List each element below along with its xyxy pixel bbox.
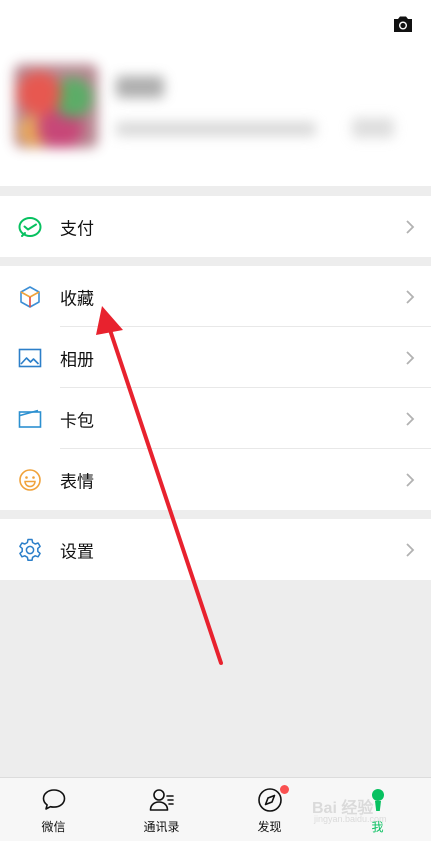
menu-item-label: 表情 — [60, 472, 94, 492]
wallet-icon — [18, 409, 42, 428]
menu-item-album[interactable]: 相册 — [0, 327, 431, 388]
camera-icon[interactable] — [391, 12, 415, 36]
menu-item-stickers[interactable]: 表情 — [0, 449, 431, 510]
blurred-qr-entry[interactable] — [352, 118, 394, 138]
gear-icon — [19, 538, 41, 561]
profile-header[interactable] — [0, 0, 431, 186]
tab-label: 微信 — [41, 820, 66, 834]
menu-item-label: 相册 — [60, 350, 94, 370]
tab-contacts[interactable]: 通讯录 — [108, 778, 215, 841]
menu-item-label: 支付 — [60, 219, 94, 239]
pay-group: 支付 — [0, 196, 431, 257]
tab-label: 通讯录 — [143, 820, 180, 834]
chat-bubble-icon — [42, 789, 65, 810]
chevron-right-icon — [406, 289, 415, 304]
tab-discover[interactable]: 发现 — [216, 778, 323, 841]
settings-group: 设置 — [0, 519, 431, 580]
blurred-nickname — [116, 76, 164, 98]
menu-item-favorites[interactable]: 收藏 — [0, 266, 431, 327]
chevron-right-icon — [406, 219, 415, 234]
contacts-icon — [149, 789, 174, 811]
chevron-right-icon — [406, 350, 415, 365]
features-group: 收藏 相册 卡包 表情 — [0, 266, 431, 510]
image-icon — [18, 348, 42, 367]
wechat-pay-icon — [18, 216, 42, 237]
tab-chats[interactable]: 微信 — [0, 778, 107, 841]
menu-item-label: 卡包 — [60, 411, 94, 431]
smiley-icon — [19, 468, 41, 491]
avatar[interactable] — [14, 64, 98, 148]
watermark-subtext: jingyan.baidu.com — [314, 814, 387, 824]
notification-dot — [280, 785, 289, 794]
tab-label: 发现 — [257, 820, 282, 834]
chevron-right-icon — [406, 472, 415, 487]
chevron-right-icon — [406, 542, 415, 557]
chevron-right-icon — [406, 411, 415, 426]
menu-item-pay[interactable]: 支付 — [0, 196, 431, 257]
cube-icon — [20, 285, 40, 308]
menu-item-settings[interactable]: 设置 — [0, 519, 431, 580]
menu-item-label: 收藏 — [60, 289, 94, 309]
blurred-wechat-id — [116, 122, 316, 136]
menu-item-cards[interactable]: 卡包 — [0, 388, 431, 449]
menu-item-label: 设置 — [60, 542, 94, 562]
